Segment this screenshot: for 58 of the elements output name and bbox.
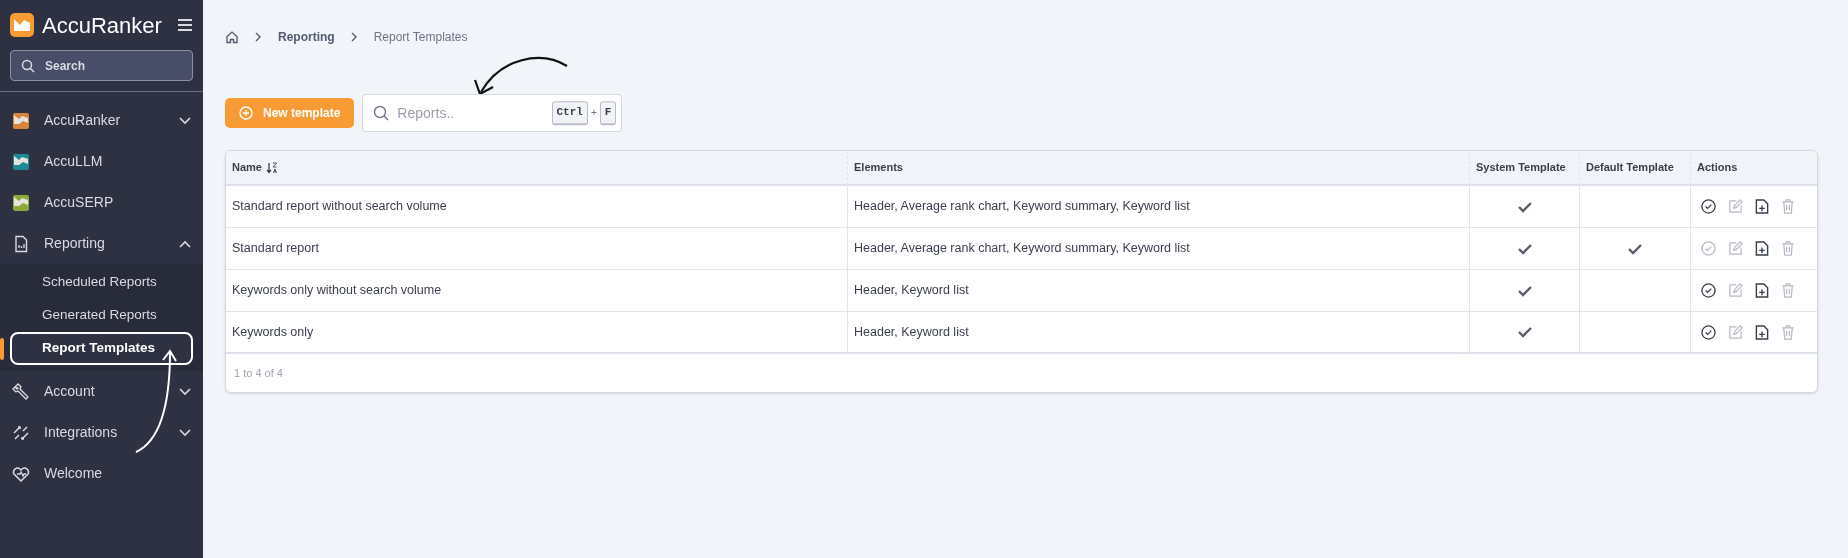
sidebar-item[interactable]: AccuRanker: [0, 100, 203, 141]
column-header[interactable]: Name: [226, 151, 848, 186]
sidebar-item[interactable]: Integrations: [0, 412, 203, 453]
column-header: Default Template: [1580, 151, 1691, 186]
check-circle-icon[interactable]: [1701, 324, 1716, 340]
trash-icon: [1781, 241, 1795, 256]
trash-icon: [1781, 283, 1795, 298]
breadcrumb-link[interactable]: Reporting: [278, 28, 335, 46]
sidebar-item[interactable]: AccuSERP: [0, 182, 203, 223]
check-circle-icon[interactable]: [1701, 283, 1716, 298]
table-cell: Header, Average rank chart, Keyword summary, Keyword list: [848, 228, 1470, 270]
arrows-icon: [12, 423, 30, 442]
pencil-icon: [1728, 283, 1743, 298]
plus-circle-icon: [239, 106, 253, 120]
heart-icon: [12, 464, 30, 483]
document-plus-icon[interactable]: [1755, 241, 1769, 256]
brand-name: AccuRanker: [42, 11, 163, 40]
column-header: System Template: [1470, 151, 1580, 186]
chevron-right-icon: [350, 32, 358, 42]
pencil-icon: [1728, 241, 1743, 256]
search-icon: [21, 58, 35, 73]
trash-icon: [1781, 324, 1795, 340]
search-field[interactable]: Search: [10, 50, 193, 81]
sidebar-item[interactable]: Welcome: [0, 453, 203, 494]
breadcrumb-current: Report Templates: [373, 29, 468, 46]
sort-icon[interactable]: [265, 161, 278, 174]
pencil-icon: [1728, 324, 1743, 340]
logo-icon: [10, 13, 34, 37]
keyboard-key: Ctrl: [551, 101, 588, 125]
table-cell: Header, Keyword list: [848, 312, 1470, 354]
wrench-icon: [12, 382, 30, 401]
document-plus-icon[interactable]: [1755, 283, 1769, 298]
home-icon[interactable]: [225, 30, 239, 44]
document-plus-icon[interactable]: [1755, 199, 1769, 214]
column-header: Elements: [848, 151, 1470, 186]
sidebar-item[interactable]: AccuLLM: [0, 141, 203, 182]
sidebar-item[interactable]: Reporting: [0, 223, 203, 264]
document-plus-icon[interactable]: [1755, 324, 1769, 340]
sidebar-subitem[interactable]: Scheduled Reports: [10, 266, 193, 299]
table-cell: Standard report: [226, 228, 848, 270]
chevron-right-icon: [255, 32, 262, 42]
pagination-info: 1 to 4 of 4: [234, 365, 283, 381]
table-cell: Header, Keyword list: [848, 270, 1470, 312]
table-cell: Keywords only: [226, 312, 848, 354]
check-circle-icon[interactable]: [1701, 199, 1716, 214]
document-icon: [12, 234, 30, 253]
sidebar-subitem[interactable]: Report Templates: [10, 332, 193, 365]
pencil-icon: [1728, 199, 1743, 214]
plus-sign: +: [590, 106, 597, 121]
search-icon: [373, 105, 390, 121]
sidebar-subitem[interactable]: Generated Reports: [10, 299, 193, 332]
column-header: Actions: [1691, 151, 1817, 186]
table-cell: Header, Average rank chart, Keyword summary, Keyword list: [848, 186, 1470, 228]
table-cell: Standard report without search volume: [226, 186, 848, 228]
table-cell: Keywords only without search volume: [226, 270, 848, 312]
sidebar-item[interactable]: Account: [0, 371, 203, 412]
menu-icon[interactable]: [177, 18, 193, 32]
trash-icon: [1781, 199, 1795, 214]
